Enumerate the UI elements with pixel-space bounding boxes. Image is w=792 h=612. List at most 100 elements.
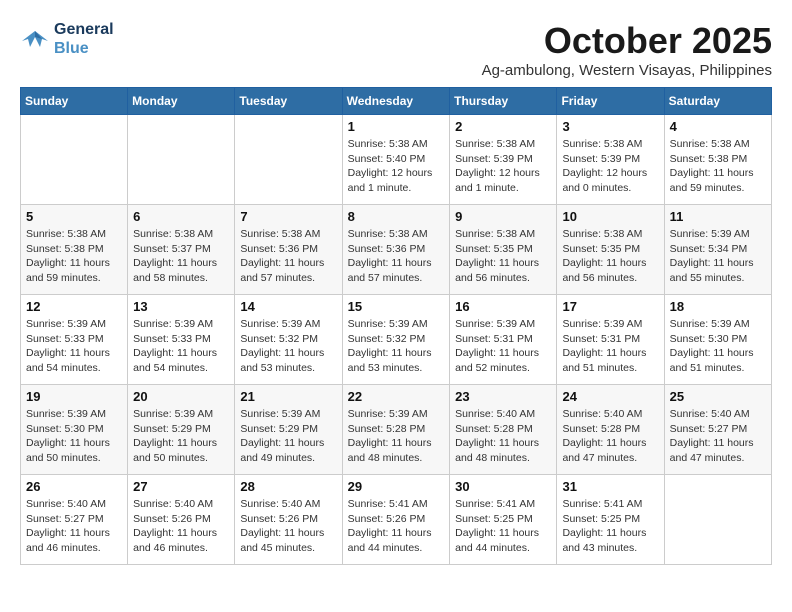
calendar-cell: 15Sunrise: 5:39 AMSunset: 5:32 PMDayligh… — [342, 295, 450, 385]
day-number: 5 — [26, 209, 122, 224]
day-number: 7 — [240, 209, 336, 224]
day-number: 24 — [562, 389, 658, 404]
day-info: Sunrise: 5:40 AMSunset: 5:27 PMDaylight:… — [26, 497, 122, 556]
day-info: Sunrise: 5:40 AMSunset: 5:28 PMDaylight:… — [455, 407, 551, 466]
calendar-cell: 6 Sunrise: 5:38 AMSunset: 5:37 PMDaylight… — [128, 205, 235, 295]
day-info: Sunrise: 5:38 AMSunset: 5:35 PMDaylight:… — [455, 227, 551, 286]
day-number: 31 — [562, 479, 658, 494]
day-number: 15 — [348, 299, 445, 314]
day-info: Sunrise: 5:38 AMSunset: 5:38 PMDaylight:… — [670, 137, 766, 196]
logo-text-line2: Blue — [54, 39, 114, 58]
day-info: Sunrise: 5:38 AMSunset: 5:39 PMDaylight:… — [455, 137, 551, 196]
calendar-cell — [664, 475, 771, 565]
day-info: Sunrise: 5:39 AMSunset: 5:31 PMDaylight:… — [562, 317, 658, 376]
logo-icon — [20, 27, 50, 51]
day-info: Sunrise: 5:40 AMSunset: 5:26 PMDaylight:… — [240, 497, 336, 556]
location-subtitle: Ag-ambulong, Western Visayas, Philippine… — [482, 62, 772, 79]
day-info: Sunrise: 5:39 AMSunset: 5:30 PMDaylight:… — [26, 407, 122, 466]
calendar-cell: 14Sunrise: 5:39 AMSunset: 5:32 PMDayligh… — [235, 295, 342, 385]
day-info: Sunrise: 5:40 AMSunset: 5:26 PMDaylight:… — [133, 497, 229, 556]
calendar-cell: 21 Sunrise: 5:39 AMSunset: 5:29 PMDayligh… — [235, 385, 342, 475]
calendar-cell: 28 Sunrise: 5:40 AMSunset: 5:26 PMDayligh… — [235, 475, 342, 565]
day-info: Sunrise: 5:38 AMSunset: 5:36 PMDaylight:… — [348, 227, 445, 286]
day-number: 30 — [455, 479, 551, 494]
day-info: Sunrise: 5:39 AMSunset: 5:31 PMDaylight:… — [455, 317, 551, 376]
calendar-cell: 24 Sunrise: 5:40 AMSunset: 5:28 PMDayligh… — [557, 385, 664, 475]
logo-text-line1: General — [54, 20, 114, 39]
calendar-cell: 7 Sunrise: 5:38 AMSunset: 5:36 PMDaylight… — [235, 205, 342, 295]
page-header: General Blue October 2025 Ag-ambulong, W… — [20, 20, 772, 79]
day-number: 21 — [240, 389, 336, 404]
day-number: 26 — [26, 479, 122, 494]
weekday-header-friday: Friday — [557, 88, 664, 115]
calendar-cell — [21, 115, 128, 205]
day-info: Sunrise: 5:39 AMSunset: 5:30 PMDaylight:… — [670, 317, 766, 376]
day-number: 9 — [455, 209, 551, 224]
day-info: Sunrise: 5:41 AMSunset: 5:25 PMDaylight:… — [455, 497, 551, 556]
calendar-cell: 27 Sunrise: 5:40 AMSunset: 5:26 PMDayligh… — [128, 475, 235, 565]
title-block: October 2025 Ag-ambulong, Western Visaya… — [482, 20, 772, 79]
day-number: 27 — [133, 479, 229, 494]
week-row-5: 26 Sunrise: 5:40 AMSunset: 5:27 PMDayligh… — [21, 475, 772, 565]
calendar-cell: 18 Sunrise: 5:39 AMSunset: 5:30 PMDayligh… — [664, 295, 771, 385]
day-info: Sunrise: 5:40 AMSunset: 5:28 PMDaylight:… — [562, 407, 658, 466]
calendar-cell: 19Sunrise: 5:39 AMSunset: 5:30 PMDayligh… — [21, 385, 128, 475]
calendar-cell: 17 Sunrise: 5:39 AMSunset: 5:31 PMDayligh… — [557, 295, 664, 385]
weekday-header-thursday: Thursday — [450, 88, 557, 115]
day-info: Sunrise: 5:38 AMSunset: 5:37 PMDaylight:… — [133, 227, 229, 286]
day-info: Sunrise: 5:39 AMSunset: 5:33 PMDaylight:… — [26, 317, 122, 376]
calendar-cell: 31Sunrise: 5:41 AMSunset: 5:25 PMDayligh… — [557, 475, 664, 565]
logo: General Blue — [20, 20, 114, 58]
week-row-4: 19Sunrise: 5:39 AMSunset: 5:30 PMDayligh… — [21, 385, 772, 475]
calendar-cell: 12Sunrise: 5:39 AMSunset: 5:33 PMDayligh… — [21, 295, 128, 385]
calendar-cell: 16Sunrise: 5:39 AMSunset: 5:31 PMDayligh… — [450, 295, 557, 385]
day-number: 10 — [562, 209, 658, 224]
calendar-cell — [128, 115, 235, 205]
calendar-cell: 23 Sunrise: 5:40 AMSunset: 5:28 PMDayligh… — [450, 385, 557, 475]
weekday-row: SundayMondayTuesdayWednesdayThursdayFrid… — [21, 88, 772, 115]
day-info: Sunrise: 5:39 AMSunset: 5:28 PMDaylight:… — [348, 407, 445, 466]
day-number: 20 — [133, 389, 229, 404]
day-info: Sunrise: 5:38 AMSunset: 5:36 PMDaylight:… — [240, 227, 336, 286]
weekday-header-saturday: Saturday — [664, 88, 771, 115]
weekday-header-monday: Monday — [128, 88, 235, 115]
day-number: 17 — [562, 299, 658, 314]
calendar-cell: 26 Sunrise: 5:40 AMSunset: 5:27 PMDayligh… — [21, 475, 128, 565]
day-number: 8 — [348, 209, 445, 224]
calendar-cell: 25Sunrise: 5:40 AMSunset: 5:27 PMDayligh… — [664, 385, 771, 475]
calendar-cell: 9 Sunrise: 5:38 AMSunset: 5:35 PMDaylight… — [450, 205, 557, 295]
calendar-cell: 29Sunrise: 5:41 AMSunset: 5:26 PMDayligh… — [342, 475, 450, 565]
calendar-cell: 11Sunrise: 5:39 AMSunset: 5:34 PMDayligh… — [664, 205, 771, 295]
day-number: 13 — [133, 299, 229, 314]
day-number: 1 — [348, 119, 445, 134]
day-number: 28 — [240, 479, 336, 494]
calendar-cell: 20 Sunrise: 5:39 AMSunset: 5:29 PMDayligh… — [128, 385, 235, 475]
day-info: Sunrise: 5:38 AMSunset: 5:35 PMDaylight:… — [562, 227, 658, 286]
week-row-3: 12Sunrise: 5:39 AMSunset: 5:33 PMDayligh… — [21, 295, 772, 385]
month-title: October 2025 — [482, 20, 772, 62]
day-info: Sunrise: 5:39 AMSunset: 5:29 PMDaylight:… — [240, 407, 336, 466]
calendar-body: 1Sunrise: 5:38 AMSunset: 5:40 PMDaylight… — [21, 115, 772, 565]
calendar-table: SundayMondayTuesdayWednesdayThursdayFrid… — [20, 87, 772, 565]
calendar-cell: 5Sunrise: 5:38 AMSunset: 5:38 PMDaylight… — [21, 205, 128, 295]
week-row-1: 1Sunrise: 5:38 AMSunset: 5:40 PMDaylight… — [21, 115, 772, 205]
day-number: 6 — [133, 209, 229, 224]
day-info: Sunrise: 5:39 AMSunset: 5:32 PMDaylight:… — [240, 317, 336, 376]
day-number: 18 — [670, 299, 766, 314]
calendar-cell: 22 Sunrise: 5:39 AMSunset: 5:28 PMDayligh… — [342, 385, 450, 475]
day-number: 29 — [348, 479, 445, 494]
calendar-cell: 4 Sunrise: 5:38 AMSunset: 5:38 PMDaylight… — [664, 115, 771, 205]
day-info: Sunrise: 5:38 AMSunset: 5:39 PMDaylight:… — [562, 137, 658, 196]
day-info: Sunrise: 5:39 AMSunset: 5:33 PMDaylight:… — [133, 317, 229, 376]
calendar-header: SundayMondayTuesdayWednesdayThursdayFrid… — [21, 88, 772, 115]
day-number: 4 — [670, 119, 766, 134]
day-number: 22 — [348, 389, 445, 404]
day-number: 23 — [455, 389, 551, 404]
day-info: Sunrise: 5:39 AMSunset: 5:29 PMDaylight:… — [133, 407, 229, 466]
calendar-cell: 30 Sunrise: 5:41 AMSunset: 5:25 PMDayligh… — [450, 475, 557, 565]
weekday-header-wednesday: Wednesday — [342, 88, 450, 115]
day-number: 11 — [670, 209, 766, 224]
calendar-cell — [235, 115, 342, 205]
week-row-2: 5Sunrise: 5:38 AMSunset: 5:38 PMDaylight… — [21, 205, 772, 295]
day-info: Sunrise: 5:40 AMSunset: 5:27 PMDaylight:… — [670, 407, 766, 466]
